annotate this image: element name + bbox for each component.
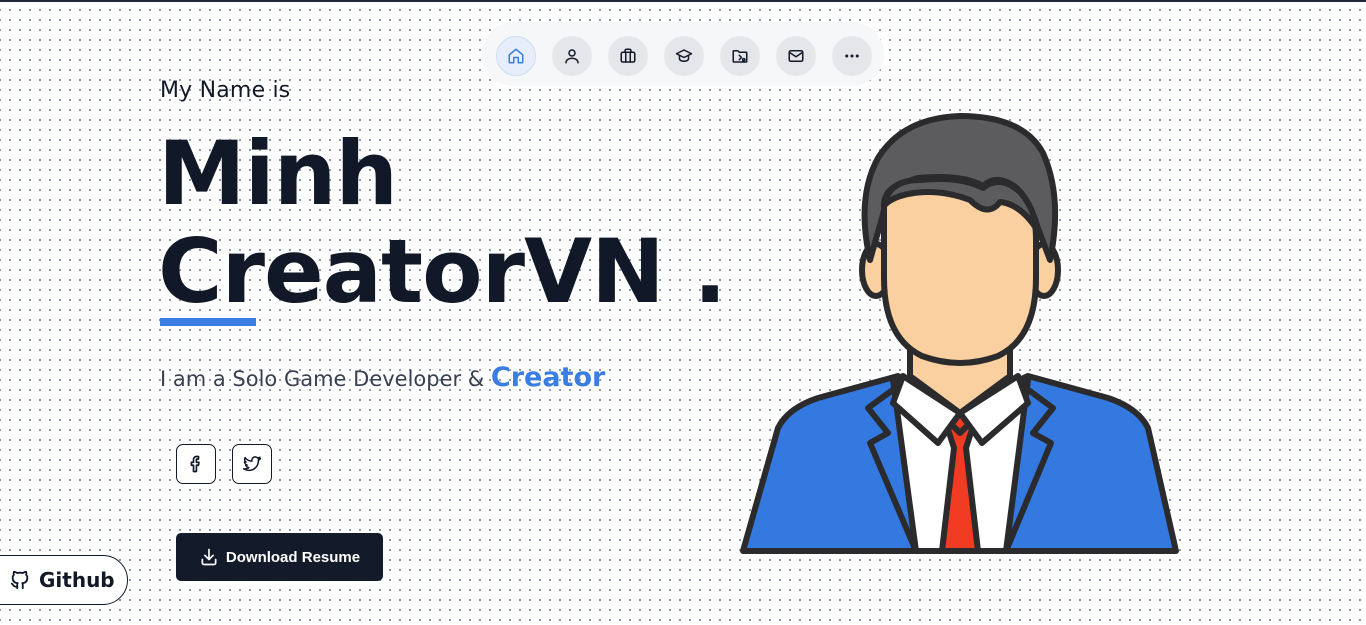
nav-more-button[interactable] xyxy=(832,36,872,76)
twitter-link[interactable] xyxy=(232,444,272,484)
top-border xyxy=(0,0,1366,2)
nav-contact-button[interactable] xyxy=(776,36,816,76)
accent-underline xyxy=(160,318,256,326)
twitter-icon xyxy=(242,456,262,472)
folder-icon xyxy=(732,50,748,63)
graduation-cap-icon xyxy=(675,49,693,62)
avatar-illustration xyxy=(740,113,1179,554)
tagline-prefix: I am a Solo Game Developer & xyxy=(160,367,491,391)
intro-text: My Name is xyxy=(160,78,291,103)
tagline: I am a Solo Game Developer & Creator xyxy=(160,362,605,393)
nav-home-button[interactable] xyxy=(496,36,536,76)
nav-experience-button[interactable] xyxy=(608,36,648,76)
nav-projects-button[interactable] xyxy=(720,36,760,76)
briefcase-icon xyxy=(620,48,636,63)
tagline-accent: Creator xyxy=(490,362,606,393)
facebook-link[interactable] xyxy=(176,444,216,484)
download-resume-label: Download Resume xyxy=(225,548,361,566)
hero-name-first: Minh xyxy=(158,122,398,225)
top-nav xyxy=(482,22,884,86)
github-button[interactable]: Github xyxy=(0,555,128,605)
nav-about-button[interactable] xyxy=(552,36,592,76)
download-resume-button[interactable]: Download Resume xyxy=(176,533,383,581)
nav-education-button[interactable] xyxy=(664,36,704,76)
home-icon xyxy=(508,48,524,64)
github-label: Github xyxy=(39,568,115,592)
mail-icon xyxy=(788,50,804,62)
facebook-icon xyxy=(190,455,200,473)
download-icon xyxy=(201,548,217,566)
user-icon xyxy=(565,49,579,64)
github-icon xyxy=(10,570,29,590)
more-icon xyxy=(845,54,859,58)
hero-name-second: CreatorVN . xyxy=(158,220,727,323)
